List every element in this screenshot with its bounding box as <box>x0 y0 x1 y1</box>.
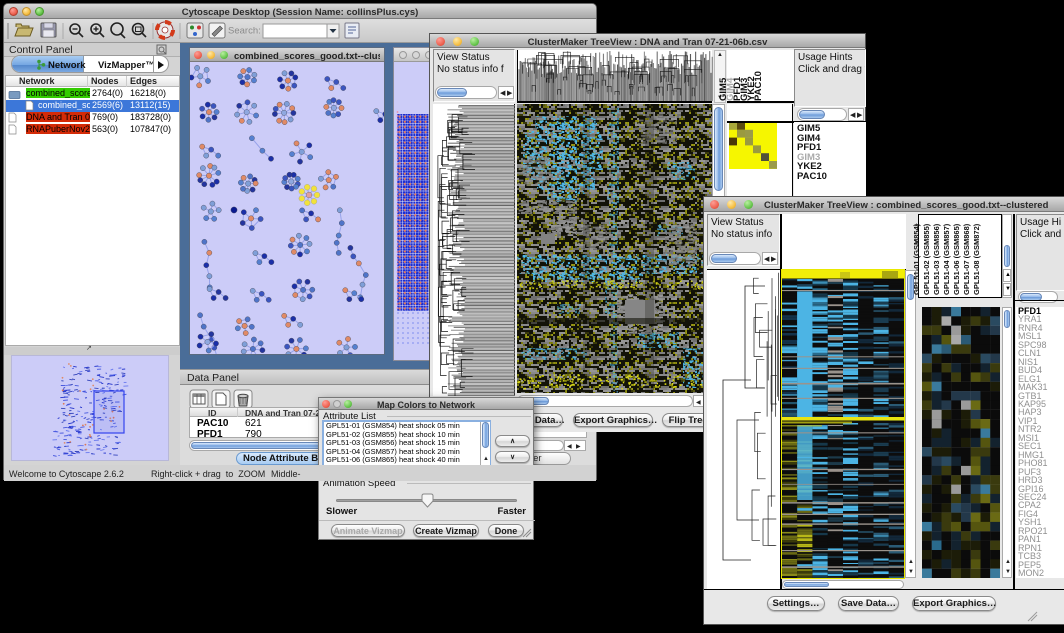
svg-text:Search:: Search: <box>228 26 261 37</box>
